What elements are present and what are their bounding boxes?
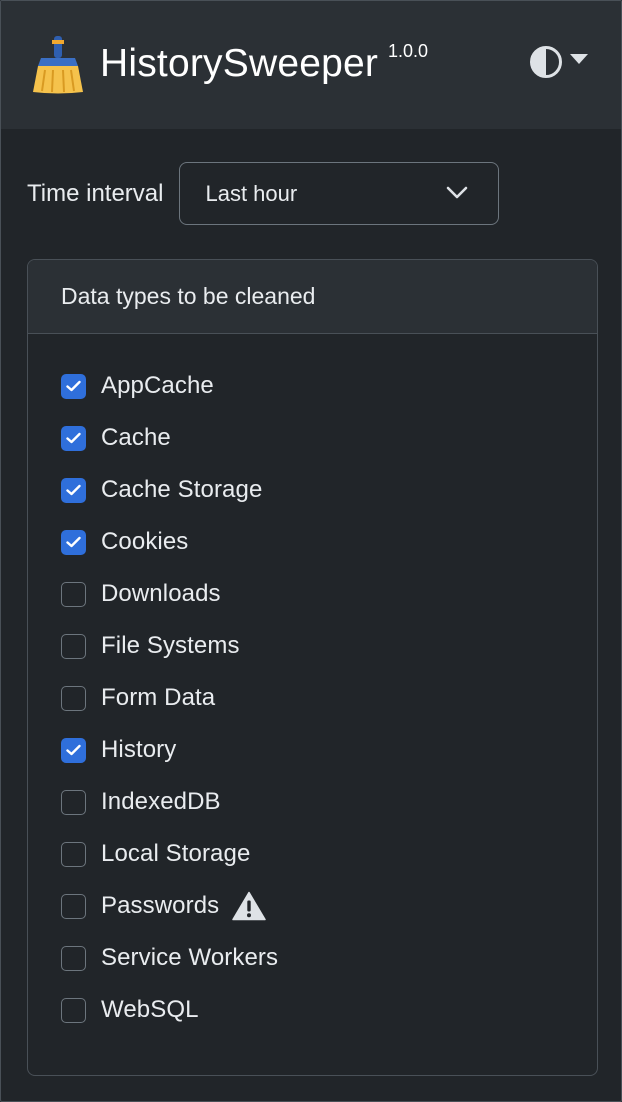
checkbox-label: Form Data (101, 684, 216, 711)
checkbox[interactable] (61, 477, 86, 503)
time-interval-row: Time interval Last hour (27, 162, 500, 225)
checkmark-icon (66, 744, 81, 756)
app-title: HistorySweeper (100, 42, 379, 85)
checkbox-label: Cache Storage (101, 476, 263, 503)
checkmark-icon (66, 536, 81, 548)
checkbox-label: IndexedDB (101, 788, 221, 815)
checkmark-icon (66, 432, 81, 444)
checkmark-icon (66, 380, 81, 392)
warning-icon (232, 891, 267, 921)
checkbox-label: Service Workers (101, 944, 279, 971)
checkbox-item-service-workers[interactable]: Service Workers (61, 932, 597, 984)
checkbox[interactable] (61, 789, 86, 815)
time-interval-select[interactable]: Last hour (179, 162, 500, 225)
checkbox-item-websql[interactable]: WebSQL (61, 984, 597, 1036)
checkbox[interactable] (61, 685, 86, 711)
broom-icon (33, 36, 83, 94)
checkbox-item-cache-storage[interactable]: Cache Storage (61, 464, 597, 516)
checkbox-item-form-data[interactable]: Form Data (61, 672, 597, 724)
app-version: 1.0.0 (388, 41, 429, 61)
checkbox-item-history[interactable]: History (61, 724, 597, 776)
checkbox[interactable] (61, 373, 86, 399)
checkbox-item-file-systems[interactable]: File Systems (61, 620, 597, 672)
checkmark-icon (66, 484, 81, 496)
checkbox-label: History (101, 736, 177, 763)
checkbox-item-indexeddb[interactable]: IndexedDB (61, 776, 597, 828)
time-interval-label: Time interval (27, 179, 164, 207)
checkbox-item-cookies[interactable]: Cookies (61, 516, 597, 568)
data-types-card: Data types to be cleaned AppCache Cache Ca… (27, 259, 598, 1076)
checkbox-item-downloads[interactable]: Downloads (61, 568, 597, 620)
contrast-half-icon (530, 46, 562, 78)
data-types-header: Data types to be cleaned (28, 260, 597, 334)
checkbox-item-local-storage[interactable]: Local Storage (61, 828, 597, 880)
checkbox[interactable] (61, 737, 86, 763)
checkbox[interactable] (61, 581, 86, 607)
checkbox-label: WebSQL (101, 996, 199, 1023)
checkbox-item-appcache[interactable]: AppCache (61, 360, 597, 412)
checkbox-item-cache[interactable]: Cache (61, 412, 597, 464)
checkbox-label: File Systems (101, 632, 240, 659)
chevron-down-icon (447, 186, 468, 199)
checkbox-label: Local Storage (101, 840, 251, 867)
app-header: HistorySweeper 1.0.0 (1, 1, 621, 129)
checkbox[interactable] (61, 997, 86, 1023)
checkbox-label: AppCache (101, 372, 214, 399)
checkbox[interactable] (61, 529, 86, 555)
checkbox-label: Passwords (101, 892, 220, 919)
caret-down-icon (570, 54, 588, 64)
checkbox-label: Cache (101, 424, 171, 451)
time-interval-value: Last hour (205, 180, 298, 206)
checkbox-label: Cookies (101, 528, 189, 555)
checkbox-item-passwords[interactable]: Passwords (61, 880, 597, 932)
data-types-list: AppCache Cache Cache Storage Cookies Downloa… (28, 334, 597, 1036)
checkbox-label: Downloads (101, 580, 221, 607)
checkbox[interactable] (61, 633, 86, 659)
theme-toggle-button[interactable] (529, 45, 588, 79)
checkbox[interactable] (61, 425, 86, 451)
checkbox[interactable] (61, 841, 86, 867)
checkbox[interactable] (61, 893, 86, 919)
popup-window: HistorySweeper 1.0.0 Time interval Last … (0, 0, 622, 1102)
checkbox[interactable] (61, 945, 86, 971)
data-types-title: Data types to be cleaned (61, 283, 316, 309)
